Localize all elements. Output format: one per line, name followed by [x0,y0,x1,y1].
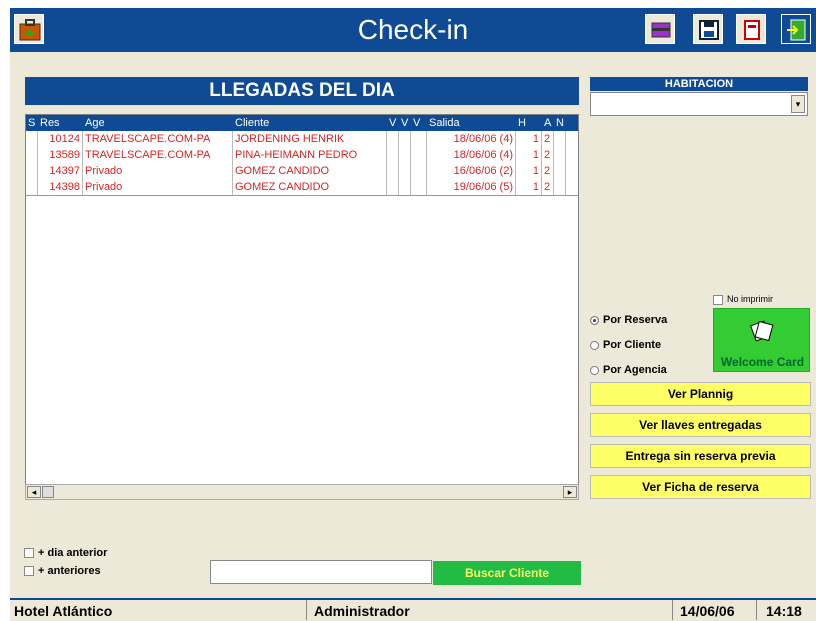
radio-icon[interactable] [590,365,599,375]
document-icon[interactable] [736,14,766,44]
col-header-n[interactable]: N [554,115,566,131]
status-time: 14:18 [766,603,802,619]
radio-icon[interactable] [590,340,599,350]
cell-age: Privado [83,163,233,179]
cell-res: 13589 [38,147,83,163]
radio-por-agencia[interactable]: Por Agencia [590,364,667,376]
cell-res: 14397 [38,163,83,179]
dia-anterior-checkbox[interactable]: + dia anterior [24,547,107,559]
no-imprimir-label: No imprimir [727,294,773,304]
table-header-row: S Res Age Cliente V V V Salida H A N [26,115,578,131]
scroll-right-icon[interactable]: ▸ [563,486,577,498]
checkbox-icon[interactable] [713,294,723,305]
cell-cliente: GOMEZ CANDIDO [233,179,387,195]
search-input[interactable] [210,560,432,584]
radio-por-reserva[interactable]: Por Reserva [590,314,667,326]
radio-selected-icon[interactable] [590,315,599,325]
anteriores-label: + anteriores [38,565,101,577]
radio-label: Por Agencia [603,364,667,376]
status-hotel: Hotel Atlántico [14,603,113,619]
radio-por-cliente[interactable]: Por Cliente [590,339,661,351]
table-row[interactable]: 10124 TRAVELSCAPE.COM-PA JORDENING HENRI… [26,131,578,147]
status-divider [756,600,757,620]
col-header-cliente[interactable]: Cliente [233,115,387,131]
ver-llaves-button[interactable]: Ver llaves entregadas [590,413,811,437]
table-row[interactable]: 14397 Privado GOMEZ CANDIDO 16/06/06 (2)… [26,163,578,179]
col-header-s[interactable]: S [26,115,38,131]
col-header-v2[interactable]: V [399,115,411,131]
status-divider [306,600,307,620]
cell-res: 10124 [38,131,83,147]
welcome-card-label: Welcome Card [720,355,805,369]
cell-cliente: GOMEZ CANDIDO [233,163,387,179]
col-header-h[interactable]: H [516,115,542,131]
exit-door-icon[interactable] [781,14,811,44]
radio-label: Por Cliente [603,339,662,351]
cell-h: 1 [516,179,542,195]
table-row[interactable]: 13589 TRAVELSCAPE.COM-PA PINA-HEIMANN PE… [26,147,578,163]
entrega-sin-reserva-button[interactable]: Entrega sin reserva previa [590,444,811,468]
cell-salida: 18/06/06 (4) [427,147,516,163]
ver-plannig-button[interactable]: Ver Plannig [590,382,811,406]
cell-cliente: PINA-HEIMANN PEDRO [233,147,387,163]
cell-age: TRAVELSCAPE.COM-PA [83,147,233,163]
status-user: Administrador [314,603,410,619]
no-imprimir-checkbox[interactable]: No imprimir [713,294,773,305]
cell-salida: 18/06/06 (4) [427,131,516,147]
col-header-a[interactable]: A [542,115,554,131]
habitacion-title: HABITACION [590,77,808,91]
welcome-card-button[interactable]: Welcome Card [713,308,810,372]
checkbox-icon[interactable] [24,548,34,559]
arrivals-table[interactable]: S Res Age Cliente V V V Salida H A N 101… [25,114,579,500]
dia-anterior-label: + dia anterior [38,547,108,559]
cell-salida: 19/06/06 (5) [427,179,516,195]
arrivals-title: LLEGADAS DEL DIA [25,77,579,105]
status-bar: Hotel Atlántico Administrador 14/06/06 1… [10,598,816,621]
save-disk-icon[interactable] [693,14,723,44]
status-date: 14/06/06 [680,603,735,619]
cell-h: 1 [516,163,542,179]
table-row[interactable]: 14398 Privado GOMEZ CANDIDO 19/06/06 (5)… [26,179,578,196]
cell-age: Privado [83,179,233,195]
cell-salida: 16/06/06 (2) [427,163,516,179]
col-header-v3[interactable]: V [411,115,427,131]
horizontal-scrollbar[interactable]: ◂ ▸ [25,484,579,500]
cell-res: 14398 [38,179,83,195]
dropdown-arrow-icon[interactable]: ▾ [791,95,805,113]
col-header-v1[interactable]: V [387,115,399,131]
buscar-cliente-button[interactable]: Buscar Cliente [433,561,581,585]
cell-a: 2 [542,179,554,195]
scroll-left-icon[interactable]: ◂ [27,486,41,498]
cards-icon [749,320,773,342]
col-header-salida[interactable]: Salida [427,115,516,131]
ver-ficha-button[interactable]: Ver Ficha de reserva [590,475,811,499]
cell-a: 2 [542,131,554,147]
card-printer-icon[interactable] [645,14,675,44]
checkbox-icon[interactable] [24,566,34,577]
radio-label: Por Reserva [603,314,668,326]
anteriores-checkbox[interactable]: + anteriores [24,565,101,577]
cell-a: 2 [542,163,554,179]
cell-age: TRAVELSCAPE.COM-PA [83,131,233,147]
scroll-thumb[interactable] [42,486,54,498]
col-header-age[interactable]: Age [83,115,233,131]
title-bar: Check-in [10,8,816,52]
cell-h: 1 [516,131,542,147]
col-header-res[interactable]: Res [38,115,83,131]
checkin-window: Check-in LLEGADAS DEL DIA S Res Age Clie… [10,8,816,621]
habitacion-select[interactable]: ▾ [590,92,808,116]
cell-cliente: JORDENING HENRIK [233,131,387,147]
status-divider [672,600,673,620]
cell-h: 1 [516,147,542,163]
cell-a: 2 [542,147,554,163]
